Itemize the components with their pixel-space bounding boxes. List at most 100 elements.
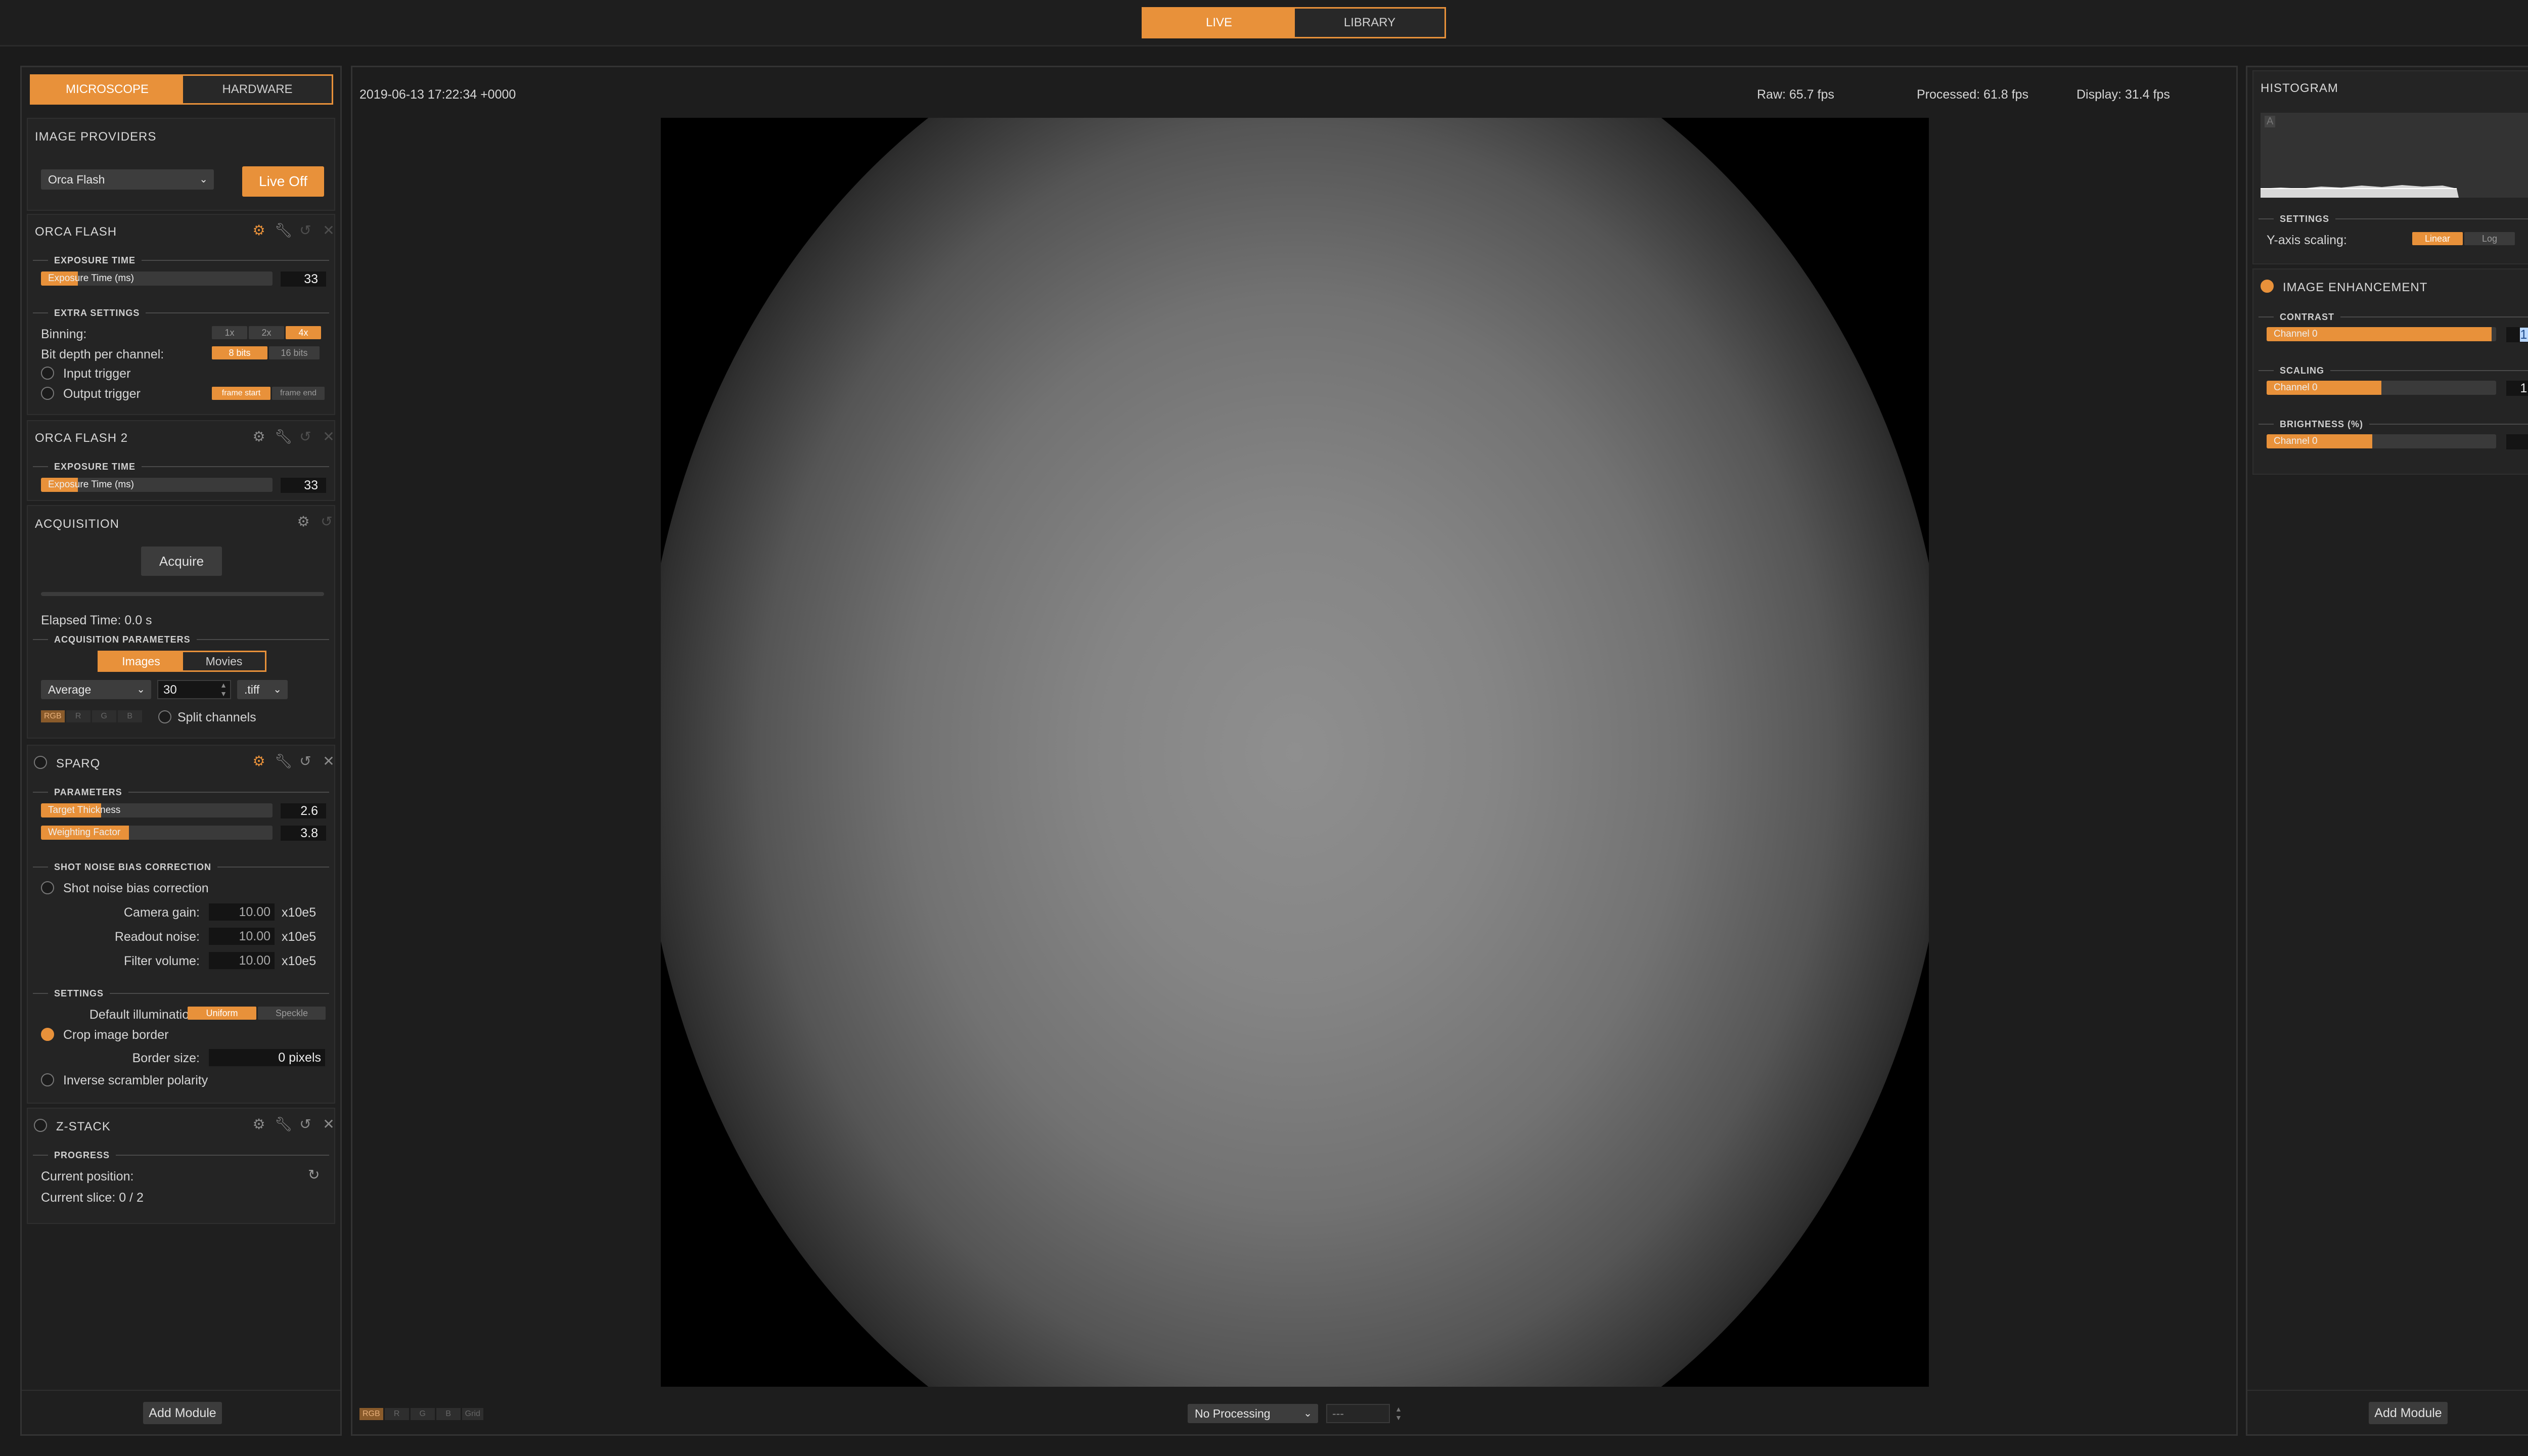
center-channel-rgb[interactable]: RGB: [359, 1408, 383, 1420]
split-channels-radio[interactable]: [158, 710, 171, 723]
count-input[interactable]: 30 ▲ ▼: [157, 680, 231, 699]
channel-rgb[interactable]: RGB: [41, 710, 65, 722]
format-select-value: .tiff: [244, 683, 260, 696]
trigger-frame-end[interactable]: frame end: [272, 387, 325, 400]
acquire-button[interactable]: Acquire: [141, 547, 222, 576]
split-channels-label: Split channels: [177, 710, 256, 724]
contrast-value[interactable]: 1.00: [2506, 327, 2528, 342]
enhancement-enable-radio[interactable]: [2261, 280, 2274, 293]
center-channel-r[interactable]: R: [384, 1408, 409, 1420]
gear-icon[interactable]: ⚙: [251, 1117, 266, 1132]
close-icon[interactable]: ✕: [321, 754, 336, 769]
contrast-slider[interactable]: Channel 0: [2267, 327, 2496, 341]
wrench-icon[interactable]: 🔧︎: [275, 429, 293, 444]
processing-value-input[interactable]: --- ▲ ▼: [1326, 1404, 1402, 1423]
raw-fps: Raw: 65.7 fps: [1757, 87, 1834, 102]
tab-hardware[interactable]: HARDWARE: [183, 76, 332, 103]
crop-border-radio[interactable]: [41, 1028, 54, 1041]
zstack-enable-radio[interactable]: [34, 1119, 47, 1132]
exposure-slider[interactable]: Exposure Time (ms): [41, 271, 273, 286]
close-icon[interactable]: ✕: [321, 223, 336, 238]
current-slice: Current slice: 0 / 2: [41, 1191, 144, 1205]
gear-icon[interactable]: ⚙: [251, 223, 266, 238]
illumination-speckle[interactable]: Speckle: [258, 1007, 326, 1020]
contrast-header: CONTRAST: [2259, 312, 2528, 322]
filter-volume-unit: x10e5: [282, 954, 317, 968]
weighting-factor-slider[interactable]: Weighting Factor: [41, 826, 273, 840]
center-channel-g[interactable]: G: [410, 1408, 435, 1420]
tab-microscope[interactable]: MICROSCOPE: [31, 76, 183, 103]
provider-select[interactable]: Orca Flash ⌄: [41, 169, 214, 190]
brightness-value[interactable]: -9: [2506, 434, 2528, 449]
tab-library[interactable]: LIBRARY: [1295, 9, 1444, 37]
mode-movies[interactable]: Movies: [183, 652, 265, 670]
camera-gain-input[interactable]: 10.00: [209, 903, 275, 921]
target-thickness-slider[interactable]: Target Thickness: [41, 803, 273, 817]
mode-images[interactable]: Images: [99, 652, 183, 670]
output-trigger-radio[interactable]: [41, 387, 54, 400]
illumination-uniform[interactable]: Uniform: [188, 1007, 256, 1020]
left-tabs: MICROSCOPE HARDWARE: [30, 74, 333, 105]
reset-icon[interactable]: ↺: [298, 429, 313, 444]
yaxis-log[interactable]: Log: [2464, 232, 2515, 245]
format-select[interactable]: .tiff ⌄: [237, 680, 288, 699]
gear-icon[interactable]: ⚙: [251, 754, 266, 769]
channel-g[interactable]: G: [92, 710, 116, 722]
brightness-slider[interactable]: Channel 0: [2267, 434, 2496, 448]
binning-4x[interactable]: 4x: [286, 326, 321, 339]
bitdepth-8[interactable]: 8 bits: [212, 346, 267, 359]
processing-select[interactable]: No Processing ⌄: [1188, 1404, 1318, 1423]
exposure-value[interactable]: 33: [281, 271, 326, 287]
yaxis-linear[interactable]: Linear: [2412, 232, 2463, 245]
orca-flash-2-title: ORCA FLASH 2: [35, 431, 128, 445]
reset-icon[interactable]: ↺: [298, 754, 313, 769]
border-size-input[interactable]: 0 pixels: [209, 1049, 325, 1066]
add-module-button-right[interactable]: Add Module: [2369, 1402, 2448, 1424]
channel-r[interactable]: R: [66, 710, 91, 722]
readout-noise-input[interactable]: 10.00: [209, 928, 275, 945]
weighting-factor-value[interactable]: 3.8: [281, 826, 326, 841]
wrench-icon[interactable]: 🔧︎: [275, 1117, 293, 1132]
binning-1x[interactable]: 1x: [212, 326, 247, 339]
reset-icon[interactable]: ↺: [298, 1117, 313, 1132]
add-module-button-left[interactable]: Add Module: [143, 1402, 222, 1424]
stepper-icon[interactable]: ▲ ▼: [220, 681, 227, 698]
gear-icon[interactable]: ⚙: [296, 514, 311, 529]
center-channel-b[interactable]: B: [436, 1408, 461, 1420]
live-off-button[interactable]: Live Off: [242, 166, 324, 197]
binning-2x[interactable]: 2x: [249, 326, 284, 339]
wrench-icon[interactable]: 🔧︎: [275, 223, 293, 238]
refresh-icon[interactable]: ↻: [308, 1166, 320, 1183]
binning-group: 1x 2x 4x: [212, 326, 321, 339]
reset-icon[interactable]: ↺: [319, 514, 334, 529]
histogram-plot[interactable]: A A: [2261, 113, 2528, 198]
method-select[interactable]: Average ⌄: [41, 680, 151, 699]
reset-icon[interactable]: ↺: [298, 223, 313, 238]
image-viewport[interactable]: [661, 118, 1929, 1387]
stepper-icon[interactable]: ▲ ▼: [1395, 1405, 1402, 1422]
exposure-slider-2[interactable]: Exposure Time (ms): [41, 478, 273, 492]
scaling-slider[interactable]: Channel 0: [2267, 381, 2496, 395]
exposure-value-2[interactable]: 33: [281, 478, 326, 493]
bitdepth-16[interactable]: 16 bits: [269, 346, 320, 359]
inverse-polarity-radio[interactable]: [41, 1073, 54, 1086]
yaxis-group: Linear Log: [2412, 232, 2515, 245]
center-channel-grid[interactable]: Grid: [462, 1408, 483, 1420]
tab-live[interactable]: LIVE: [1143, 9, 1295, 37]
wrench-icon[interactable]: 🔧︎: [275, 754, 293, 769]
filter-volume-input[interactable]: 10.00: [209, 952, 275, 969]
close-icon[interactable]: ✕: [321, 1117, 336, 1132]
scaling-value[interactable]: 1.00: [2506, 381, 2528, 396]
method-select-value: Average: [48, 683, 92, 696]
sparq-enable-radio[interactable]: [34, 756, 47, 769]
center-channels: RGB R G B Grid: [359, 1408, 483, 1420]
zstack-title: Z-STACK: [56, 1120, 111, 1133]
trigger-frame-start[interactable]: frame start: [212, 387, 270, 400]
channel-b[interactable]: B: [117, 710, 142, 722]
timestamp: 2019-06-13 17:22:34 +0000: [359, 87, 516, 102]
close-icon[interactable]: ✕: [321, 429, 336, 444]
target-thickness-value[interactable]: 2.6: [281, 803, 326, 818]
input-trigger-radio[interactable]: [41, 367, 54, 380]
shot-noise-radio[interactable]: [41, 881, 54, 894]
gear-icon[interactable]: ⚙: [251, 429, 266, 444]
